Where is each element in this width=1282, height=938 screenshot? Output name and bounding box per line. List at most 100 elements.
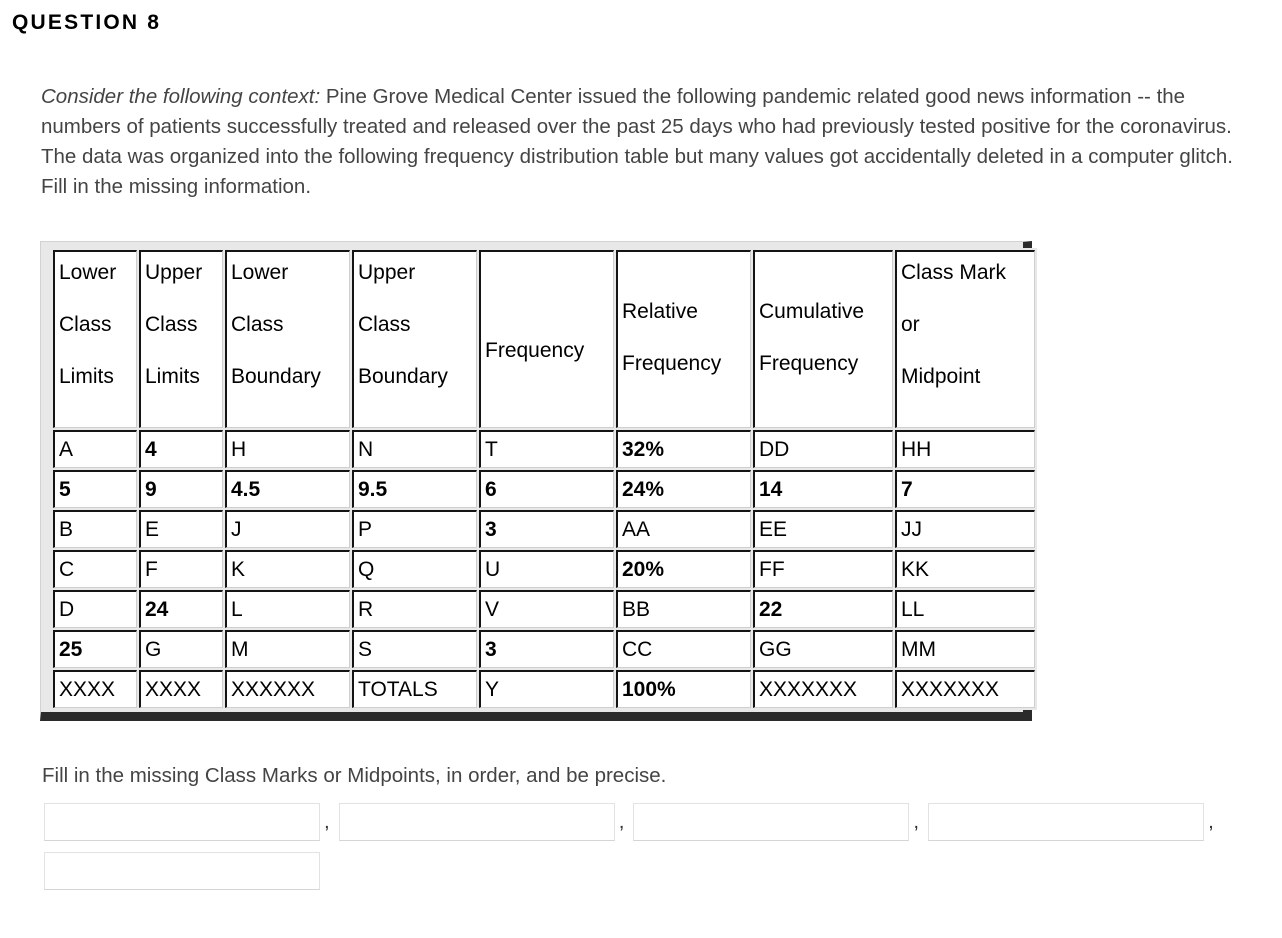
table-cell: 20%	[616, 550, 751, 588]
table-cell: 24%	[616, 470, 751, 508]
header-line: Frequency	[622, 352, 722, 375]
column-header-upper-class-limits: Upper Class Limits	[139, 250, 223, 428]
header-line: Upper	[358, 261, 416, 284]
table-cell: 4	[139, 430, 223, 468]
table-row-totals: XXXX XXXX XXXXXX TOTALS Y 100% XXXXXXX X…	[53, 670, 1035, 708]
table-row: A 4 H N T 32% DD HH	[53, 430, 1035, 468]
header-line: Class	[59, 313, 112, 336]
table-cell: Y	[479, 670, 614, 708]
table-cell: CC	[616, 630, 751, 668]
table-body: Lower Class Limits Upper Class Limits Lo…	[53, 250, 1035, 708]
header-line: Class Mark	[901, 261, 1007, 284]
prompt-lead: Consider the following context:	[41, 85, 321, 108]
table-cell: S	[352, 630, 477, 668]
table-cell: 32%	[616, 430, 751, 468]
header-line: Class	[145, 313, 198, 336]
question-page: QUESTION 8 Consider the following contex…	[0, 0, 1282, 938]
column-header-lower-class-boundary: Lower Class Boundary	[225, 250, 350, 428]
table-row: 25 G M S 3 CC GG MM	[53, 630, 1035, 668]
table-cell: P	[352, 510, 477, 548]
table-row: 5 9 4.5 9.5 6 24% 14 7	[53, 470, 1035, 508]
table-cell: 14	[753, 470, 893, 508]
table-cell: Q	[352, 550, 477, 588]
table-cell: DD	[753, 430, 893, 468]
header-line: Cumulative	[759, 300, 865, 323]
table-cell: D	[53, 590, 137, 628]
table-cell: XXXX	[139, 670, 223, 708]
table-cell: LL	[895, 590, 1035, 628]
header-line: or	[901, 313, 920, 336]
header-line: Relative	[622, 300, 698, 323]
table-cell: BB	[616, 590, 751, 628]
table-cell: EE	[753, 510, 893, 548]
table-cell: C	[53, 550, 137, 588]
table-cell: R	[352, 590, 477, 628]
header-line: Upper	[145, 261, 203, 284]
answer-input-5[interactable]	[44, 852, 320, 890]
table-row: B E J P 3 AA EE JJ	[53, 510, 1035, 548]
table-cell: XXXXXXX	[753, 670, 893, 708]
table-cell: FF	[753, 550, 893, 588]
header-line: Lower	[231, 261, 289, 284]
header-line: Class	[231, 313, 284, 336]
table-cell: 9.5	[352, 470, 477, 508]
header-line: Frequency	[485, 339, 585, 362]
table-cell: XXXXXXX	[895, 670, 1035, 708]
table-cell: 3	[479, 630, 614, 668]
table-row: C F K Q U 20% FF KK	[53, 550, 1035, 588]
answer-separator: ,	[1208, 810, 1214, 833]
header-line: Boundary	[358, 365, 448, 388]
table-cell: HH	[895, 430, 1035, 468]
column-header-class-mark-midpoint: Class Mark or Midpoint	[895, 250, 1035, 428]
column-header-lower-class-limits: Lower Class Limits	[53, 250, 137, 428]
table-cell: K	[225, 550, 350, 588]
table-cell: AA	[616, 510, 751, 548]
column-header-cumulative-frequency: Cumulative Frequency	[753, 250, 893, 428]
table-cell: XXXX	[53, 670, 137, 708]
answer-input-2[interactable]	[338, 803, 615, 841]
header-line: Frequency	[759, 352, 859, 375]
frequency-distribution-table-frame: Lower Class Limits Upper Class Limits Lo…	[40, 241, 1037, 721]
answer-input-1[interactable]	[44, 803, 320, 841]
table-cell: JJ	[895, 510, 1035, 548]
table-cell: M	[225, 630, 350, 668]
header-line: Lower	[59, 261, 117, 284]
table-cell: U	[479, 550, 614, 588]
table-cell: H	[225, 430, 350, 468]
question-prompt: Consider the following context: Pine Gro…	[41, 82, 1256, 202]
table-cell: GG	[753, 630, 893, 668]
answer-instruction: Fill in the missing Class Marks or Midpo…	[42, 764, 667, 787]
column-header-frequency: Frequency	[479, 250, 614, 428]
header-line: Limits	[59, 365, 114, 388]
table-cell: A	[53, 430, 137, 468]
table-cell: 9	[139, 470, 223, 508]
table-cell: 6	[479, 470, 614, 508]
table-cell: G	[139, 630, 223, 668]
table-header-row: Lower Class Limits Upper Class Limits Lo…	[53, 250, 1035, 428]
frequency-distribution-table: Lower Class Limits Upper Class Limits Lo…	[51, 248, 1037, 710]
header-line: Midpoint	[901, 365, 981, 388]
answer-input-4[interactable]	[928, 803, 1205, 841]
table-cell: F	[139, 550, 223, 588]
table-row: D 24 L R V BB 22 LL	[53, 590, 1035, 628]
table-cell: 24	[139, 590, 223, 628]
column-header-upper-class-boundary: Upper Class Boundary	[352, 250, 477, 428]
answer-input-3[interactable]	[633, 803, 910, 841]
table-cell: TOTALS	[352, 670, 477, 708]
table-cell: 3	[479, 510, 614, 548]
table-cell: J	[225, 510, 350, 548]
column-header-relative-frequency: Relative Frequency	[616, 250, 751, 428]
answer-separator: ,	[913, 810, 920, 833]
table-cell: B	[53, 510, 137, 548]
table-cell: 100%	[616, 670, 751, 708]
answer-separator: ,	[324, 810, 330, 833]
page-title: QUESTION 8	[12, 11, 162, 34]
table-cell: 5	[53, 470, 137, 508]
table-cell: T	[479, 430, 614, 468]
answer-separator: ,	[618, 810, 625, 833]
table-cell: L	[225, 590, 350, 628]
answer-inputs-row: , , , ,	[44, 803, 1264, 901]
header-line: Boundary	[231, 365, 321, 388]
table-cell: XXXXXX	[225, 670, 350, 708]
table-cell: V	[479, 590, 614, 628]
